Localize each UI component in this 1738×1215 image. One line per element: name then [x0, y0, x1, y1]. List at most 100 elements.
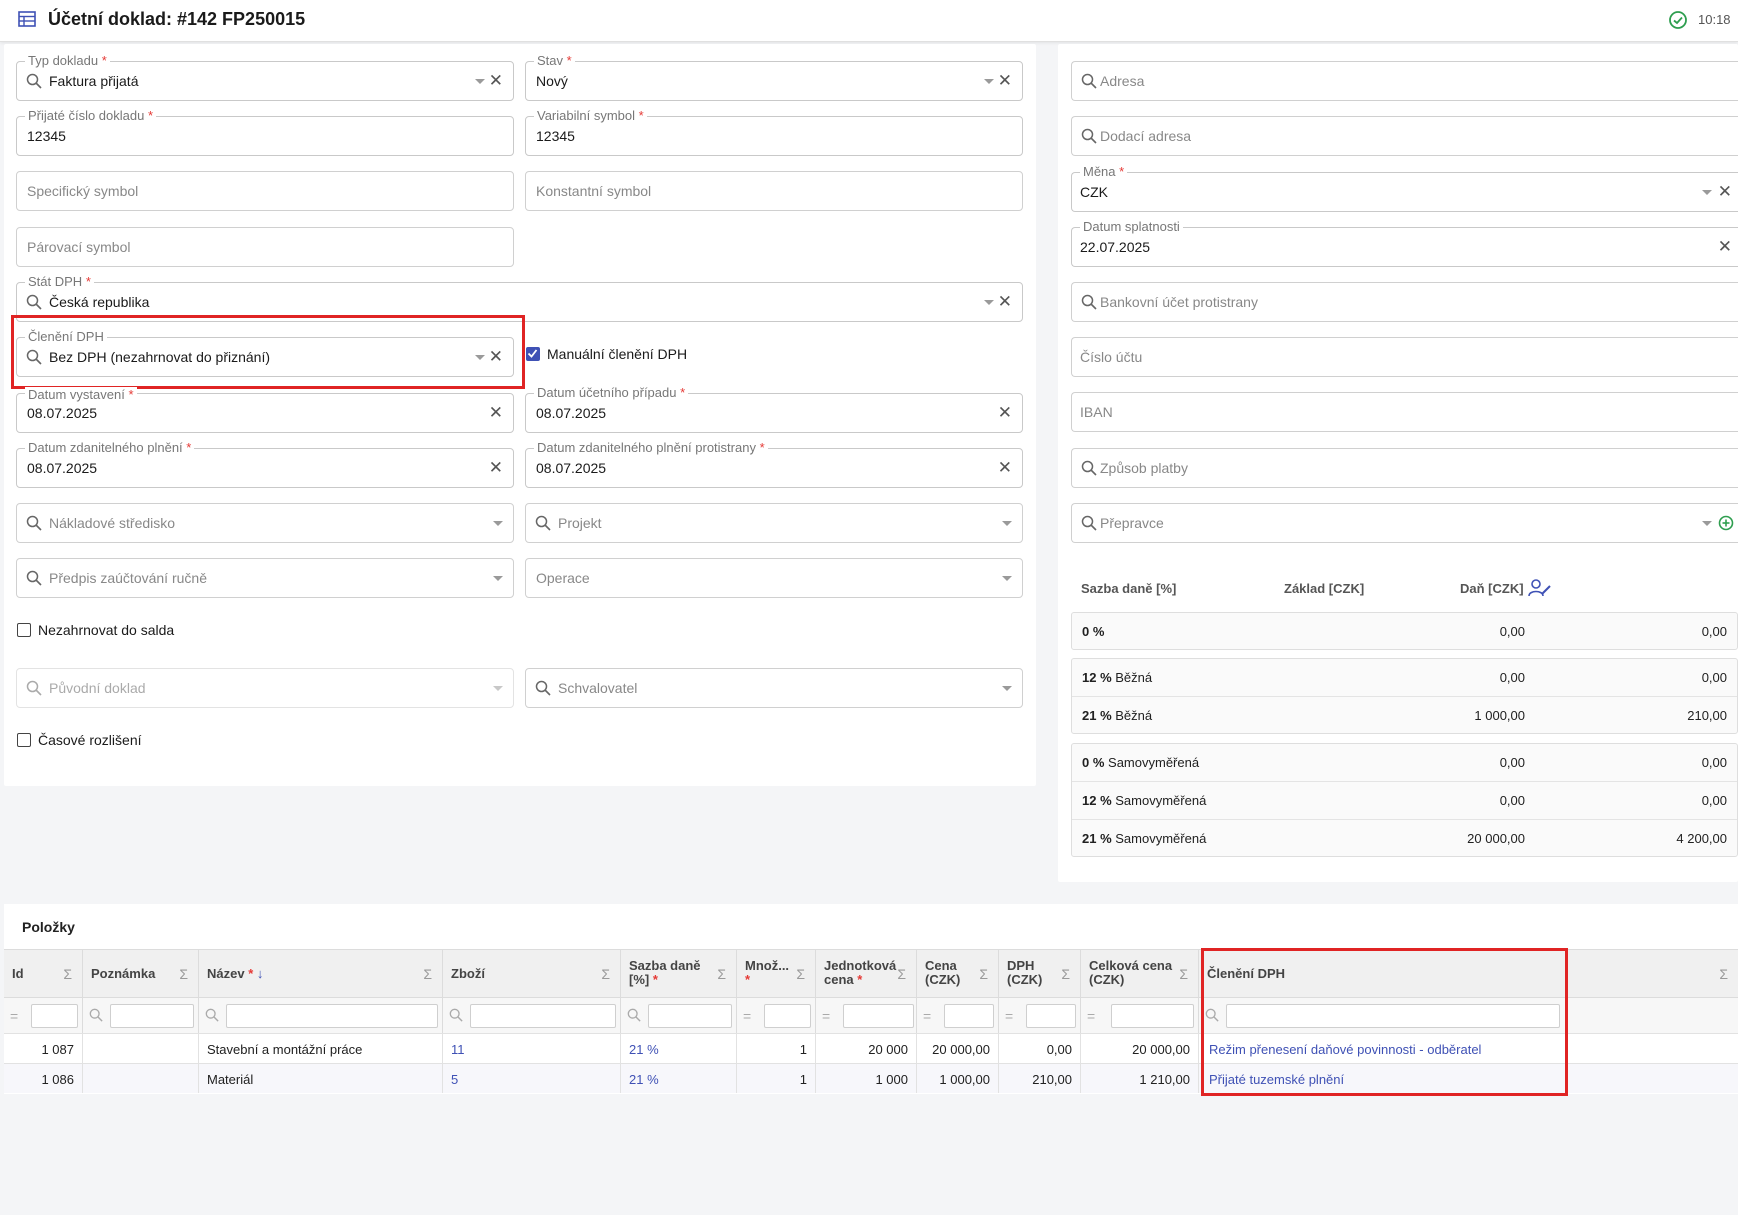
- sum-icon[interactable]: Σ: [1719, 966, 1728, 982]
- chevron-down-icon[interactable]: [475, 79, 485, 84]
- sum-icon[interactable]: Σ: [423, 966, 432, 982]
- chevron-down-icon[interactable]: [493, 576, 503, 581]
- check-circle-icon: [1669, 11, 1687, 29]
- bankovni-ucet-field[interactable]: Bankovní účet protistrany: [1071, 282, 1738, 322]
- variabilni-symbol-field[interactable]: Variabilní symbol * 12345: [525, 108, 1023, 156]
- col-mnozstvi[interactable]: Množ... * Σ: [737, 949, 816, 997]
- filter-input[interactable]: [843, 1004, 914, 1028]
- dodaci-adresa-field[interactable]: Dodací adresa: [1071, 116, 1738, 156]
- col-poznamka[interactable]: Poznámka Σ: [83, 949, 199, 997]
- close-icon[interactable]: ✕: [489, 459, 503, 477]
- close-icon[interactable]: ✕: [1718, 238, 1732, 256]
- sum-icon[interactable]: Σ: [179, 966, 188, 982]
- sum-icon[interactable]: Σ: [897, 966, 906, 982]
- puvodni-doklad-field[interactable]: Původní doklad: [16, 668, 514, 708]
- datum-splatnosti-field[interactable]: Datum splatnosti 22.07.2025 ✕: [1071, 219, 1738, 267]
- mena-field[interactable]: Měna * CZK ✕: [1071, 164, 1738, 212]
- sum-icon[interactable]: Σ: [796, 966, 805, 982]
- cell-zbozi-link[interactable]: 11: [451, 1042, 465, 1057]
- add-circle-icon[interactable]: [1718, 515, 1734, 531]
- manualni-cleneni-label: Manuální členění DPH: [547, 346, 688, 362]
- sum-icon[interactable]: Σ: [63, 966, 72, 982]
- col-cena[interactable]: Cena (CZK) Σ: [917, 949, 999, 997]
- cell-sazba-link[interactable]: 21 %: [629, 1042, 659, 1057]
- nezahrnovat-do-salda-label: Nezahrnovat do salda: [38, 622, 175, 638]
- schvalovatel-field[interactable]: Schvalovatel: [525, 668, 1023, 708]
- filter-input[interactable]: [648, 1004, 732, 1028]
- close-icon[interactable]: ✕: [998, 459, 1012, 477]
- close-icon[interactable]: ✕: [489, 72, 503, 90]
- user-edit-icon[interactable]: [1528, 578, 1552, 598]
- specificky-symbol-field[interactable]: Specifický symbol: [16, 171, 514, 211]
- chevron-down-icon[interactable]: [1702, 190, 1712, 195]
- manualni-cleneni-checkbox[interactable]: [526, 347, 540, 361]
- cislo-uctu-field[interactable]: Číslo účtu: [1071, 337, 1738, 377]
- predpis-zauctovani-field[interactable]: Předpis zaúčtování ručně: [16, 558, 514, 598]
- close-icon[interactable]: ✕: [998, 72, 1012, 90]
- filter-input[interactable]: [1026, 1004, 1076, 1028]
- close-icon[interactable]: ✕: [998, 293, 1012, 311]
- sum-icon[interactable]: Σ: [1061, 966, 1070, 982]
- search-icon: [535, 515, 551, 531]
- sum-icon[interactable]: Σ: [979, 966, 988, 982]
- nakladove-stredisko-field[interactable]: Nákladové středisko: [16, 503, 514, 543]
- chevron-down-icon[interactable]: [1702, 521, 1712, 526]
- prepravce-field[interactable]: Přepravce: [1071, 503, 1738, 543]
- sort-arrow-down-icon[interactable]: ↓: [257, 966, 264, 981]
- typ-dokladu-field[interactable]: Typ dokladu * Faktura přijatá ✕: [16, 53, 514, 101]
- datum-vystaveni-field[interactable]: Datum vystavení * 08.07.2025 ✕: [16, 387, 514, 433]
- vat-rate: 12 %: [1082, 670, 1112, 685]
- cell-dph: 210,00: [1032, 1072, 1072, 1087]
- col-nazev[interactable]: Název * ↓ Σ: [199, 949, 443, 997]
- parovaci-symbol-field[interactable]: Párovací symbol: [16, 227, 514, 267]
- search-icon: [26, 680, 42, 696]
- close-icon[interactable]: ✕: [489, 404, 503, 422]
- filter-input[interactable]: [944, 1004, 994, 1028]
- datum-ucetniho-field[interactable]: Datum účetního případu * 08.07.2025 ✕: [525, 385, 1023, 433]
- col-id[interactable]: Id Σ: [4, 949, 83, 997]
- chevron-down-icon[interactable]: [984, 79, 994, 84]
- adresa-placeholder: Adresa: [1100, 73, 1145, 89]
- top-bar: Účetní doklad: #142 FP250015 10:18: [0, 0, 1738, 42]
- chevron-down-icon[interactable]: [984, 300, 994, 305]
- filter-input[interactable]: [1111, 1004, 1194, 1028]
- filter-input[interactable]: [110, 1004, 194, 1028]
- zpusob-platby-field[interactable]: Způsob platby: [1071, 448, 1738, 488]
- filter-input[interactable]: [764, 1004, 811, 1028]
- iban-field[interactable]: IBAN: [1071, 392, 1738, 432]
- col-jednotkova[interactable]: Jednotková cena * Σ: [816, 949, 917, 997]
- operace-field[interactable]: Operace: [525, 558, 1023, 598]
- casove-rozliseni-checkbox[interactable]: [17, 733, 31, 747]
- search-icon: [26, 294, 42, 310]
- filter-input[interactable]: [470, 1004, 616, 1028]
- cell-sazba-link[interactable]: 21 %: [629, 1072, 659, 1087]
- stat-dph-label: Stát DPH: [28, 274, 83, 289]
- col-celkova[interactable]: Celková cena (CZK) Σ: [1081, 949, 1199, 997]
- cell-zbozi-link[interactable]: 5: [451, 1072, 458, 1087]
- datum-vystaveni-value: 08.07.2025: [27, 405, 98, 421]
- adresa-field[interactable]: Adresa: [1071, 61, 1738, 101]
- datum-zdanitelneho-field[interactable]: Datum zdanitelného plnění * 08.07.2025 ✕: [16, 440, 514, 488]
- chevron-down-icon[interactable]: [493, 686, 503, 691]
- col-zbozi[interactable]: Zboží Σ: [443, 949, 621, 997]
- sum-icon[interactable]: Σ: [601, 966, 610, 982]
- close-icon[interactable]: ✕: [998, 404, 1012, 422]
- stav-field[interactable]: Stav * Nový ✕: [525, 53, 1023, 101]
- sum-icon[interactable]: Σ: [1179, 966, 1188, 982]
- konstantni-symbol-field[interactable]: Konstantní symbol: [525, 171, 1023, 211]
- chevron-down-icon[interactable]: [1002, 686, 1012, 691]
- equals-icon: =: [10, 1008, 19, 1024]
- chevron-down-icon[interactable]: [1002, 576, 1012, 581]
- datum-zdanitelneho-protistrany-field[interactable]: Datum zdanitelného plnění protistrany * …: [525, 440, 1023, 488]
- filter-input[interactable]: [31, 1004, 78, 1028]
- close-icon[interactable]: ✕: [1718, 183, 1732, 201]
- filter-input[interactable]: [226, 1004, 438, 1028]
- sum-icon[interactable]: Σ: [717, 966, 726, 982]
- col-sazba[interactable]: Sazba daně [%] * Σ: [621, 949, 737, 997]
- prijate-cislo-field[interactable]: Přijaté číslo dokladu * 12345: [16, 108, 514, 156]
- nezahrnovat-do-salda-checkbox[interactable]: [17, 623, 31, 637]
- chevron-down-icon[interactable]: [493, 521, 503, 526]
- chevron-down-icon[interactable]: [1002, 521, 1012, 526]
- projekt-field[interactable]: Projekt: [525, 503, 1023, 543]
- col-dph[interactable]: DPH (CZK) Σ: [999, 949, 1081, 997]
